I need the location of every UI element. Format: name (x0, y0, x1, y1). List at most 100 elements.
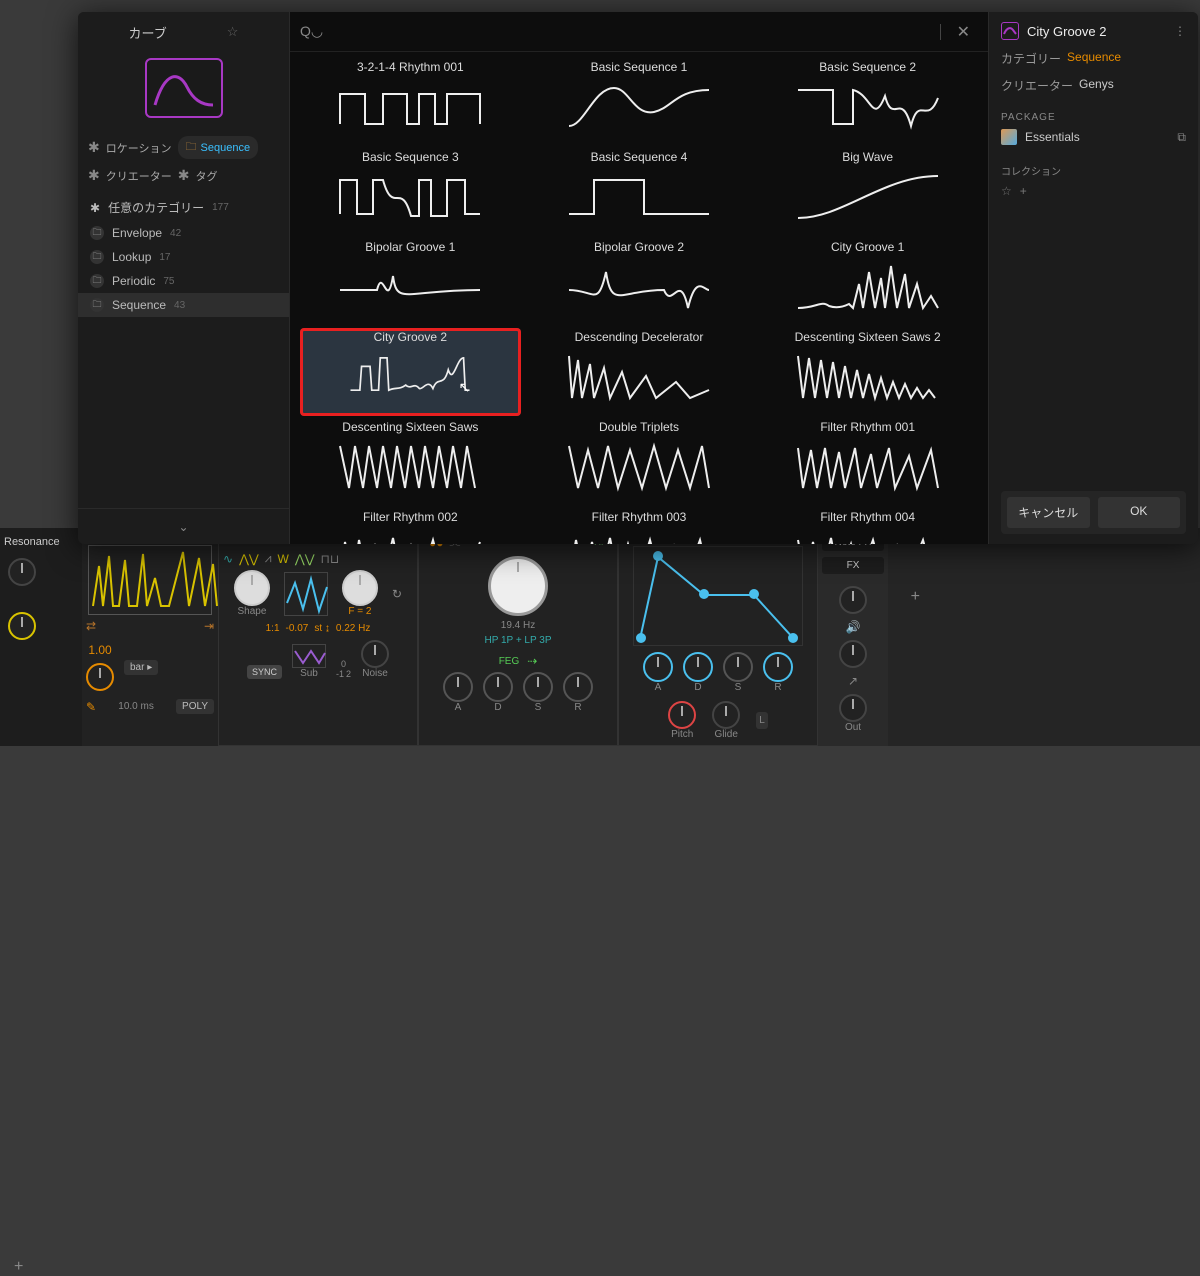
category-item-periodic[interactable]: 🗀Periodic75 (78, 269, 289, 293)
preset-tile[interactable]: Double Triplets (529, 418, 750, 506)
arrow-icon[interactable]: ⇥ (204, 619, 214, 633)
wav-n-icon[interactable]: ⋀⋁ (295, 552, 315, 566)
f-knob[interactable] (342, 570, 378, 606)
freq-knob[interactable] (488, 556, 548, 616)
wave-preview (284, 572, 328, 616)
tile-label: City Groove 2 (374, 330, 447, 344)
preset-tile[interactable]: Filter Rhythm 002 (300, 508, 521, 544)
collection-star-icon[interactable]: ☆ (1001, 184, 1012, 198)
wav-saw-icon[interactable]: ⩘ (265, 551, 272, 566)
preset-tile[interactable]: Basic Sequence 3 (300, 148, 521, 236)
cancel-button[interactable]: キャンセル (1007, 497, 1090, 528)
amp-s-knob[interactable] (723, 652, 753, 682)
amp-d-knob[interactable] (683, 652, 713, 682)
open-external-icon[interactable]: ⧉ (1177, 130, 1186, 145)
amp-knob[interactable] (86, 663, 114, 691)
sync-badge[interactable]: SYNC (247, 665, 282, 679)
noise-knob[interactable] (361, 640, 389, 668)
package-name[interactable]: Essentials (1025, 130, 1080, 144)
wav-sine-icon[interactable]: ∿ (223, 552, 233, 566)
wav-w-icon[interactable]: W (278, 552, 289, 566)
bar-select[interactable]: bar ▸ (124, 660, 158, 675)
add-mod-button[interactable]: + (14, 1258, 23, 1276)
segments-display[interactable] (88, 545, 212, 615)
feg-a-knob[interactable] (443, 672, 473, 702)
filter-tag-label[interactable]: タグ (195, 168, 217, 184)
feg-s-knob[interactable] (523, 672, 553, 702)
more-icon[interactable]: ⋮ (1174, 24, 1186, 38)
any-category-item[interactable]: ✱ 任意のカテゴリー 177 (78, 194, 289, 221)
fx-knob-2[interactable] (839, 640, 867, 668)
noise-label: Noise (361, 668, 389, 679)
s2: S (723, 682, 753, 693)
det-creator-value[interactable]: Genys (1079, 77, 1114, 94)
pencil-icon[interactable]: ✎ (86, 700, 96, 714)
preset-tile[interactable]: Bipolar Groove 1 (300, 238, 521, 326)
collapse-sidebar-button[interactable]: ⌄ (78, 508, 289, 544)
filter-label[interactable]: HP 1P + LP 3P (485, 635, 552, 646)
wav-tri-icon[interactable]: ⋀⋁ (239, 552, 259, 566)
wav-sq-icon[interactable]: ⊓⊔ (321, 552, 340, 566)
category-item-envelope[interactable]: 🗀Envelope42 (78, 221, 289, 245)
filter-location-row[interactable]: ✱ ロケーション 🗀Sequence (78, 132, 289, 163)
loop-icon[interactable]: ↻ (392, 587, 402, 601)
collection-section-label: コレクション (1001, 163, 1186, 178)
lock-icon[interactable]: L (756, 712, 768, 729)
fx-knob-1[interactable] (839, 586, 867, 614)
collection-add-icon[interactable]: + (1020, 184, 1027, 198)
preset-tile[interactable]: City Groove 1 (757, 238, 978, 326)
preset-tile[interactable]: Big Wave (757, 148, 978, 236)
shape-knob[interactable] (234, 570, 270, 606)
tile-label: Basic Sequence 2 (819, 60, 916, 74)
glide-label: Glide (712, 729, 740, 740)
search-icon[interactable]: Q◡ (300, 23, 323, 40)
swap-icon[interactable]: ⇄ (86, 619, 96, 633)
folder-icon: 🗀 (90, 250, 104, 264)
search-input[interactable] (331, 24, 935, 39)
preset-tile[interactable]: City Groove 2↖ (300, 328, 521, 416)
details-title: City Groove 2 (1027, 24, 1166, 39)
preset-tile[interactable]: Basic Sequence 2 (757, 58, 978, 146)
res-knob-1[interactable] (8, 558, 36, 586)
preset-tile[interactable]: 3-2-1-4 Rhythm 001 (300, 58, 521, 146)
amp-r-knob[interactable] (763, 652, 793, 682)
tile-label: Descenting Sixteen Saws (342, 420, 478, 434)
preset-tile[interactable]: Filter Rhythm 004 (757, 508, 978, 544)
favorite-star-icon[interactable]: ☆ (227, 24, 239, 40)
preset-tile[interactable]: Filter Rhythm 003 (529, 508, 750, 544)
amp-a-knob[interactable] (643, 652, 673, 682)
det-cat-value[interactable]: Sequence (1067, 50, 1121, 67)
folder-icon: 🗀 (90, 274, 104, 288)
add-module-button[interactable]: + (911, 588, 920, 606)
curve-browser-modal: カーブ ☆ ✱ ロケーション 🗀Sequence ✱ クリエーター ✱ タグ ✱… (78, 12, 1198, 544)
category-item-lookup[interactable]: 🗀Lookup17 (78, 245, 289, 269)
arrow-out-icon[interactable]: ↗ (848, 674, 858, 688)
out-knob[interactable] (839, 694, 867, 722)
f2-label: F = 2 (342, 606, 378, 617)
res-knob-2[interactable] (8, 612, 36, 640)
preset-tile[interactable]: Bipolar Groove 2 (529, 238, 750, 326)
pitch-knob[interactable] (668, 701, 696, 729)
glide-knob[interactable] (712, 701, 740, 729)
preset-tile[interactable]: Filter Rhythm 001 (757, 418, 978, 506)
close-button[interactable]: ✕ (949, 18, 978, 46)
feg-arrow-icon[interactable]: ⇢ (527, 654, 537, 668)
preset-tile[interactable]: Descenting Sixteen Saws (300, 418, 521, 506)
category-item-sequence[interactable]: 🗀Sequence43 (78, 293, 289, 317)
speaker-icon[interactable]: 🔊 (846, 620, 861, 634)
sub-wave[interactable] (292, 644, 326, 668)
preset-tile[interactable]: Basic Sequence 1 (529, 58, 750, 146)
feg-d-knob[interactable] (483, 672, 513, 702)
preset-tile[interactable]: Descenting Sixteen Saws 2 (757, 328, 978, 416)
location-tag[interactable]: 🗀Sequence (178, 136, 259, 159)
preset-tile[interactable]: Basic Sequence 4 (529, 148, 750, 236)
ok-button[interactable]: OK (1098, 497, 1181, 528)
details-panel: City Groove 2 ⋮ カテゴリー Sequence クリエーター Ge… (988, 12, 1198, 544)
asterisk-icon: ✱ (88, 139, 100, 156)
fx-button[interactable]: FX (822, 557, 884, 574)
filter-creator-label[interactable]: クリエーター (106, 168, 172, 184)
preset-tile[interactable]: Descending Decelerator (529, 328, 750, 416)
folder-icon: 🗀 (90, 298, 104, 312)
feg-r-knob[interactable] (563, 672, 593, 702)
adsr-display[interactable] (633, 546, 803, 646)
